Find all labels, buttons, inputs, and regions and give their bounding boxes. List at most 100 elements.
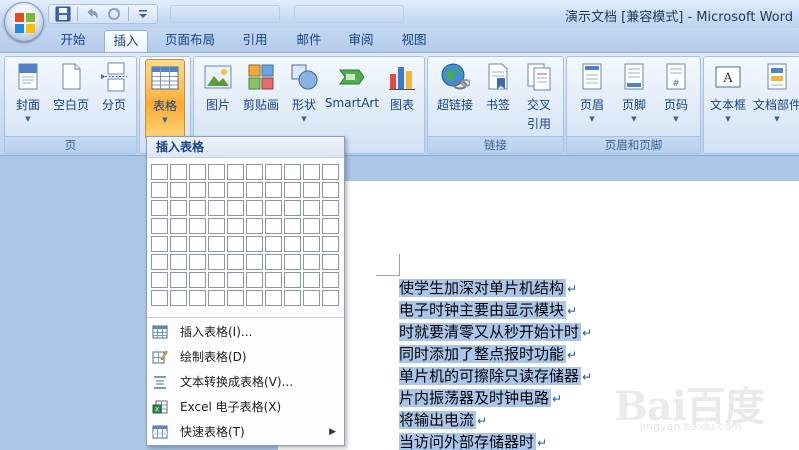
table-grid-cell[interactable] (322, 200, 339, 216)
table-grid-cell[interactable] (303, 254, 320, 270)
table-grid-cell[interactable] (170, 272, 187, 288)
table-grid-cell[interactable] (151, 254, 168, 270)
tab-references[interactable]: 引用 (232, 30, 278, 52)
table-grid-cell[interactable] (284, 272, 301, 288)
table-grid-cell[interactable] (303, 272, 320, 288)
table-grid-cell[interactable] (284, 218, 301, 234)
text-box-button[interactable]: A 文本框 ▼ (707, 62, 749, 136)
table-grid-cell[interactable] (322, 236, 339, 252)
table-grid-cell[interactable] (265, 218, 282, 234)
quick-parts-button[interactable]: 文档部件 ▼ (751, 62, 799, 136)
table-grid-cell[interactable] (246, 182, 263, 198)
table-grid-cell[interactable] (303, 164, 320, 180)
table-grid-cell[interactable] (170, 236, 187, 252)
undo-icon[interactable] (84, 6, 100, 22)
table-grid-cell[interactable] (322, 290, 339, 306)
save-icon[interactable] (55, 6, 71, 22)
table-grid-cell[interactable] (151, 218, 168, 234)
bookmark-button[interactable]: 书签 (480, 62, 516, 136)
clip-art-button[interactable]: 剪贴画 (239, 62, 283, 136)
menu-excel-spreadsheet[interactable]: X Excel 电子表格(X) (147, 395, 344, 419)
table-grid-cell[interactable] (227, 218, 244, 234)
table-grid-cell[interactable] (322, 272, 339, 288)
table-grid-cell[interactable] (246, 290, 263, 306)
table-grid-cell[interactable] (227, 236, 244, 252)
table-grid-cell[interactable] (227, 272, 244, 288)
table-grid-cell[interactable] (284, 182, 301, 198)
table-grid-cell[interactable] (208, 182, 225, 198)
table-grid-cell[interactable] (227, 200, 244, 216)
shapes-button[interactable]: 形状 ▼ (286, 62, 322, 136)
table-grid-cell[interactable] (170, 254, 187, 270)
menu-text-to-table[interactable]: 文本转换成表格(V)... (147, 370, 344, 394)
table-grid-cell[interactable] (151, 182, 168, 198)
table-grid-cell[interactable] (265, 272, 282, 288)
table-grid-cell[interactable] (208, 200, 225, 216)
tab-insert[interactable]: 插入 (104, 30, 148, 52)
table-grid-cell[interactable] (170, 200, 187, 216)
table-grid-cell[interactable] (265, 164, 282, 180)
table-grid-cell[interactable] (227, 164, 244, 180)
text-line[interactable]: 电子时钟主要由显示模块 ↵ (399, 300, 592, 322)
table-grid-cell[interactable] (303, 182, 320, 198)
table-grid-cell[interactable] (284, 200, 301, 216)
table-grid-cell[interactable] (151, 200, 168, 216)
menu-insert-table[interactable]: 插入表格(I)... (147, 320, 344, 344)
chart-button[interactable]: 图表 (384, 62, 420, 136)
hyperlink-button[interactable]: 超链接 (433, 62, 477, 136)
table-grid-cell[interactable] (227, 254, 244, 270)
table-grid-cell[interactable] (265, 182, 282, 198)
table-grid-cell[interactable] (284, 254, 301, 270)
blank-page-button[interactable]: 空白页 (49, 62, 93, 136)
page-number-button[interactable]: # 页码 ▼ (656, 62, 696, 136)
menu-quick-tables[interactable]: 快速表格(T) ▶ (147, 420, 344, 444)
menu-draw-table[interactable]: 绘制表格(D) (147, 345, 344, 369)
header-button[interactable]: 页眉 ▼ (572, 62, 612, 136)
table-grid-cell[interactable] (284, 236, 301, 252)
table-grid-cell[interactable] (170, 164, 187, 180)
picture-button[interactable]: 图片 (200, 62, 236, 136)
table-grid-cell[interactable] (170, 182, 187, 198)
table-grid-cell[interactable] (246, 254, 263, 270)
table-grid-cell[interactable] (303, 236, 320, 252)
table-grid-cell[interactable] (246, 272, 263, 288)
table-grid-cell[interactable] (265, 254, 282, 270)
office-button[interactable] (4, 2, 44, 42)
table-grid-cell[interactable] (265, 290, 282, 306)
smartart-button[interactable]: SmartArt (324, 62, 380, 136)
cross-reference-button[interactable]: 交叉 引用 (519, 62, 559, 140)
text-line[interactable]: 单片机的可擦除只读存储器 ↵ (399, 366, 592, 388)
table-grid-cell[interactable] (303, 200, 320, 216)
table-grid-cell[interactable] (151, 290, 168, 306)
table-grid-cell[interactable] (303, 218, 320, 234)
table-grid-cell[interactable] (322, 254, 339, 270)
table-grid-cell[interactable] (246, 164, 263, 180)
table-grid-cell[interactable] (208, 164, 225, 180)
table-grid-cell[interactable] (189, 200, 206, 216)
table-grid-cell[interactable] (208, 254, 225, 270)
table-grid-cell[interactable] (227, 290, 244, 306)
text-line[interactable]: 当访问外部存储器时 ↵ (399, 432, 592, 450)
footer-button[interactable]: 页脚 ▼ (614, 62, 654, 136)
table-grid-cell[interactable] (208, 218, 225, 234)
table-grid-cell[interactable] (208, 272, 225, 288)
text-line[interactable]: 同时添加了整点报时功能 ↵ (399, 344, 592, 366)
table-grid-cell[interactable] (322, 218, 339, 234)
table-grid-cell[interactable] (189, 290, 206, 306)
tab-home[interactable]: 开始 (50, 30, 96, 52)
customize-qat-icon[interactable] (135, 6, 151, 22)
table-grid-cell[interactable] (246, 236, 263, 252)
table-grid-cell[interactable] (189, 218, 206, 234)
table-button[interactable]: 表格 ▼ (145, 59, 185, 139)
table-grid-cell[interactable] (189, 272, 206, 288)
tab-mailings[interactable]: 邮件 (286, 30, 332, 52)
table-grid-cell[interactable] (227, 182, 244, 198)
table-grid-cell[interactable] (208, 290, 225, 306)
table-grid-cell[interactable] (265, 236, 282, 252)
table-grid-cell[interactable] (284, 290, 301, 306)
tab-view[interactable]: 视图 (391, 30, 437, 52)
table-grid-cell[interactable] (284, 164, 301, 180)
table-size-grid[interactable] (151, 164, 339, 306)
tab-page-layout[interactable]: 页面布局 (156, 30, 224, 52)
text-line[interactable]: 时就要清零又从秒开始计时 ↵ (399, 322, 592, 344)
